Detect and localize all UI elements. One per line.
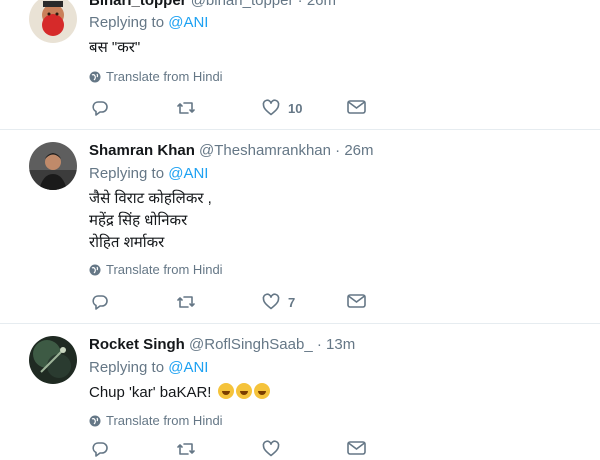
mention-link[interactable]: @ANI [168,359,208,376]
tweet-text: बस "कर" [89,37,140,59]
separator-dot: · [297,0,303,9]
tweet-header: Bihari_topper @bihari_topper · 26m [89,0,336,10]
replying-to: Replying to @ANI [89,359,208,377]
tweet-text-content: Chup 'kar' baKAR! [89,384,212,401]
retweet-icon [177,102,195,114]
laughing-emoji-icon [235,383,252,399]
tweet-header: Shamran Khan @Theshamrankhan · 26m [89,142,374,160]
separator-dot: · [335,142,341,159]
message-icon [347,100,366,114]
like-button[interactable]: 10 [262,99,302,117]
avatar[interactable] [29,336,77,384]
tweet-text: Chup 'kar' baKAR! [89,382,270,404]
replying-label: Replying to [89,165,165,182]
retweet-button[interactable] [176,293,196,311]
like-button[interactable]: 7 [262,293,295,311]
translate-label: Translate from Hindi [106,69,223,84]
replying-to: Replying to @ANI [89,14,208,32]
heart-icon [262,99,280,116]
reply-icon [92,442,108,457]
message-button[interactable] [347,293,366,309]
translate-link[interactable]: Translate from Hindi [89,262,223,278]
avatar[interactable] [29,0,77,43]
tweet-header: Rocket Singh @RoflSinghSaab_ · 13m [89,336,355,354]
globe-icon [89,264,101,276]
retweet-button[interactable] [176,440,196,458]
timestamp[interactable]: 13m [326,336,355,353]
reply-button[interactable] [91,99,109,117]
replying-label: Replying to [89,14,165,31]
tweet-text-line: Chup 'kar' baKAR! [89,382,270,404]
laughing-emoji-icon [217,383,234,399]
laughing-emoji-icon [253,383,270,399]
tweet-text-line: जैसे विराट कोहलिकर , [89,190,212,207]
heart-icon [262,440,280,457]
message-button[interactable] [347,99,366,115]
reply-icon [92,101,108,116]
reply-button[interactable] [91,293,109,311]
tweet-text-line: रोहित शर्माकर [89,234,165,251]
reply-icon [92,295,108,310]
tweet-text-line: महेंद्र सिंह धोनिकर [89,212,188,229]
reply-button[interactable] [91,440,109,458]
mention-link[interactable]: @ANI [168,165,208,182]
display-name[interactable]: Rocket Singh [89,336,185,353]
globe-icon [89,415,101,427]
tweet-2[interactable]: Shamran Khan @Theshamrankhan · 26m Reply… [0,130,600,323]
like-button[interactable] [262,440,280,458]
user-handle[interactable]: @bihari_topper [191,0,294,9]
message-icon [347,294,366,308]
retweet-button[interactable] [176,99,196,117]
display-name[interactable]: Bihari_topper [89,0,187,9]
translate-link[interactable]: Translate from Hindi [89,69,223,85]
tweet-text-line: बस "कर" [89,39,141,56]
translate-link[interactable]: Translate from Hindi [89,413,223,429]
timestamp[interactable]: 26m [307,0,336,9]
separator-dot: · [316,336,322,353]
timestamp[interactable]: 26m [344,142,373,159]
heart-icon [262,293,280,310]
globe-icon [89,71,101,83]
tweet-1[interactable]: Bihari_topper @bihari_topper · 26m Reply… [0,0,600,129]
message-icon [347,441,366,455]
translate-label: Translate from Hindi [106,262,223,277]
action-bar: 7 [91,293,381,313]
translate-label: Translate from Hindi [106,413,223,428]
user-handle[interactable]: @Theshamrankhan [199,142,331,159]
action-bar [91,440,381,460]
user-handle[interactable]: @RoflSinghSaab_ [189,336,313,353]
replying-to: Replying to @ANI [89,165,208,183]
mention-link[interactable]: @ANI [168,14,208,31]
action-bar: 10 [91,99,381,119]
like-count: 7 [288,294,296,310]
retweet-icon [177,296,195,308]
message-button[interactable] [347,440,366,456]
tweet-text: जैसे विराट कोहलिकर , महेंद्र सिंह धोनिकर… [89,188,212,254]
tweet-3[interactable]: Rocket Singh @RoflSinghSaab_ · 13m Reply… [0,324,600,457]
retweet-icon [177,443,195,455]
like-count: 10 [288,100,303,116]
avatar[interactable] [29,142,77,190]
display-name[interactable]: Shamran Khan [89,142,195,159]
replying-label: Replying to [89,359,165,376]
